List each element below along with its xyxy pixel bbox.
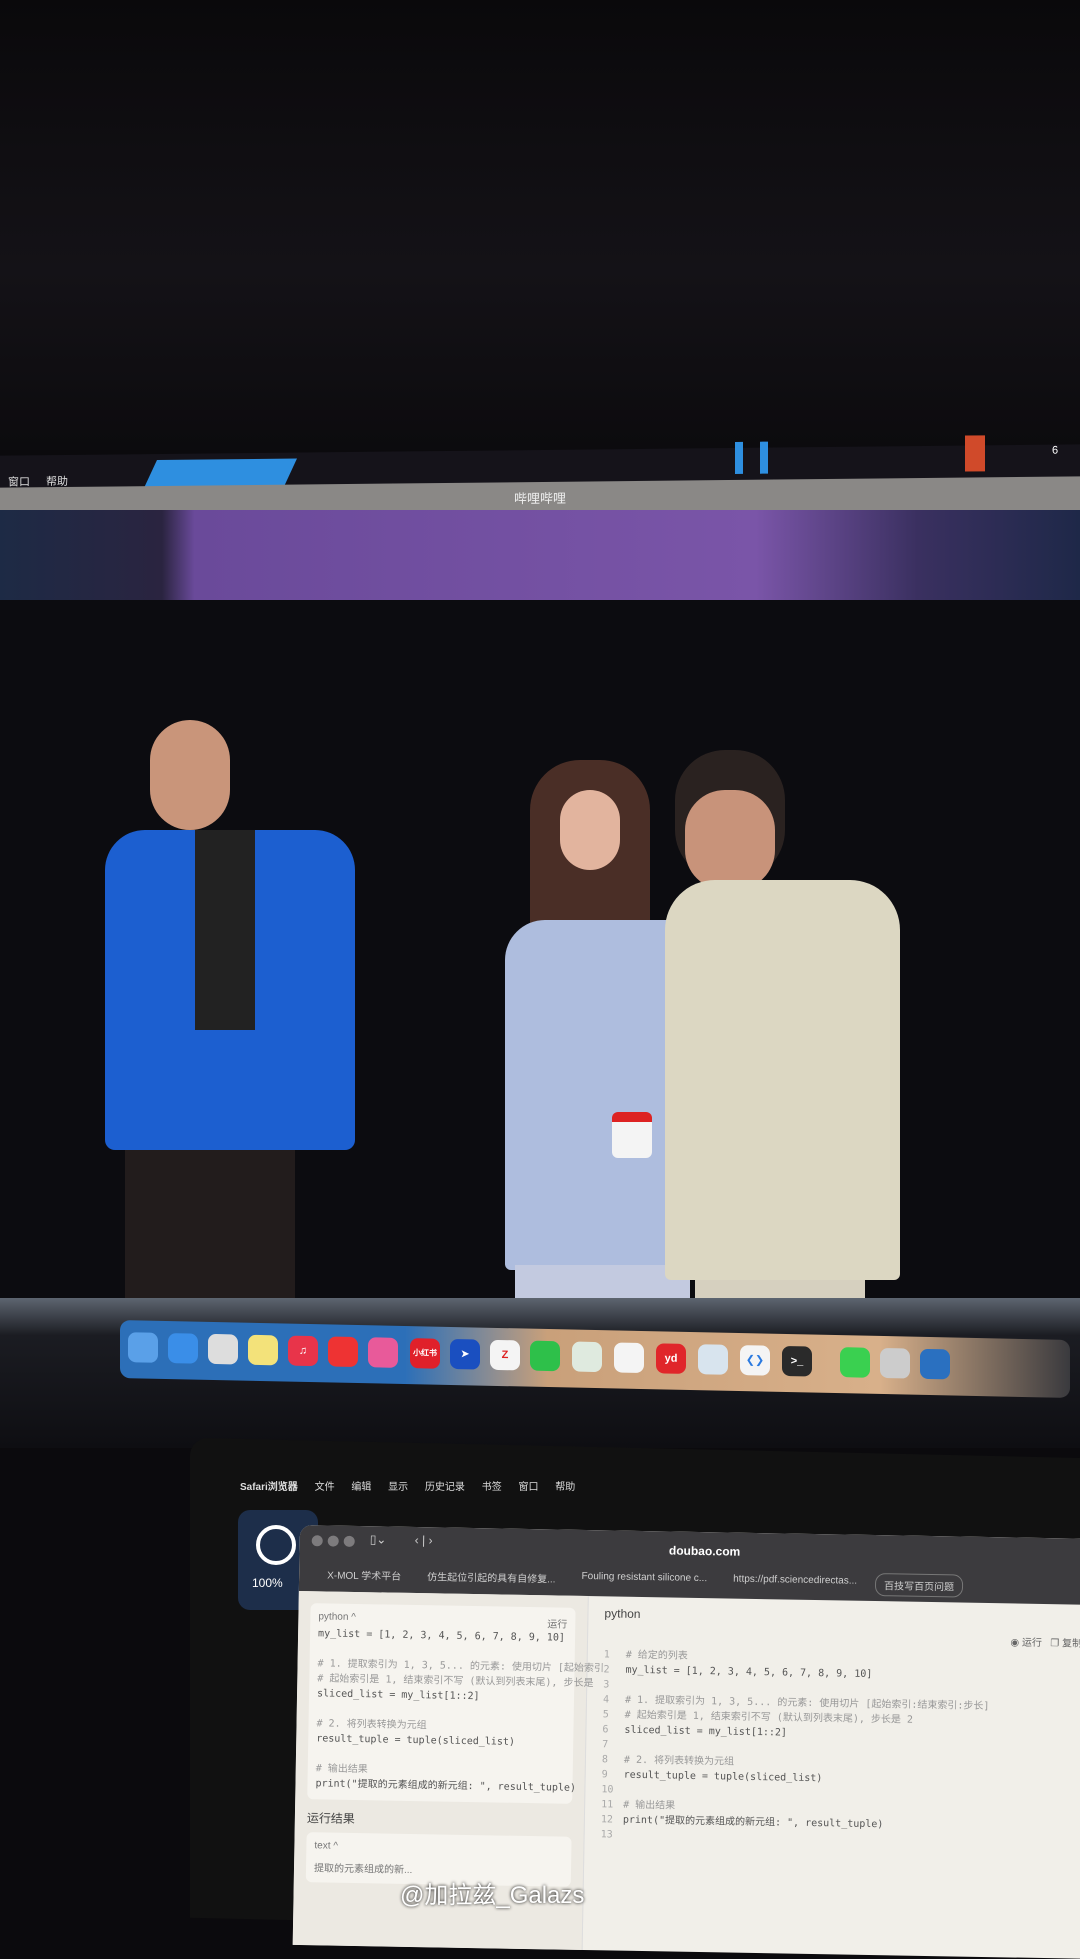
code-lang: python — [604, 1606, 641, 1621]
app-icon[interactable] — [920, 1348, 950, 1380]
wallpaper-accent — [760, 441, 768, 474]
run-label: 运行 — [1021, 1637, 1043, 1649]
zotero-icon[interactable]: Z — [490, 1339, 520, 1371]
edge-icon[interactable] — [698, 1344, 728, 1375]
menu-window[interactable]: 窗口 — [518, 1482, 538, 1493]
code-content: my_list = [1, 2, 3, 4, 5, 6, 7, 8, 9, 10… — [315, 1626, 604, 1795]
copy-label: 复制 — [1061, 1638, 1080, 1650]
zoom-button[interactable] — [343, 1535, 355, 1547]
tab-sciencedirect[interactable]: https://pdf.sciencedirectas... — [725, 1570, 865, 1595]
watermark: @加拉兹_Galazs — [400, 1882, 585, 1909]
battery-level: 100% — [252, 1576, 283, 1590]
microphone — [612, 1112, 652, 1158]
messages-icon[interactable] — [840, 1347, 870, 1378]
menu-help[interactable]: 帮助 — [555, 1482, 575, 1493]
code-line: print("提取的元素组成的新元组: ", result_tuple) — [622, 1814, 884, 1831]
baidu-netdisk-icon[interactable] — [614, 1342, 644, 1374]
video-player[interactable] — [0, 600, 1080, 1350]
menu-file[interactable]: 文件 — [315, 1482, 335, 1493]
code-line: # 1. 提取索引为 1, 3, 5... 的元素: 使用切片 [起始索引:结束… — [624, 1694, 990, 1713]
person-blue-jacket — [105, 720, 355, 1310]
menu-edit[interactable]: 编辑 — [351, 1482, 371, 1493]
music-icon[interactable]: ♫ — [288, 1335, 318, 1367]
netease-music-icon[interactable] — [328, 1336, 358, 1368]
copy-button[interactable]: ❐ 复制 — [1050, 1638, 1080, 1650]
tab-baiji[interactable]: 百技写百页问题 — [874, 1573, 964, 1598]
line-number: 8 — [601, 1754, 609, 1766]
wallpaper-accent — [965, 435, 985, 472]
line-number: 7 — [602, 1739, 609, 1751]
code-lang[interactable]: python ^ — [318, 1611, 356, 1627]
code-line: sliced_list = my_list[1::2] — [624, 1724, 788, 1739]
tab-paper[interactable]: 仿生起位引起的具有自修复... — [419, 1565, 564, 1591]
tab-fouling[interactable]: Fouling resistant silicone c... — [573, 1568, 715, 1593]
wechat-icon[interactable] — [530, 1340, 560, 1372]
code-line: # 给定的列表 — [625, 1649, 688, 1662]
safari-icon[interactable] — [168, 1333, 198, 1364]
menu-view[interactable]: 显示 — [388, 1482, 408, 1493]
result-lang[interactable]: text ^ — [314, 1840, 563, 1855]
notes-icon[interactable] — [248, 1334, 278, 1366]
line-number: 4 — [602, 1694, 610, 1706]
video-banner — [0, 510, 1080, 602]
address-bar[interactable]: doubao.com — [530, 1541, 880, 1561]
launchpad-icon[interactable] — [208, 1333, 238, 1365]
tab-xmol[interactable]: X-MOL 学术平台 — [319, 1563, 409, 1588]
line-number: 3 — [603, 1679, 610, 1691]
finder-icon[interactable] — [128, 1332, 158, 1363]
xiaohongshu-icon[interactable]: 小红书 — [410, 1338, 440, 1369]
app-icon[interactable] — [572, 1341, 602, 1373]
sidebar-toggle-icon[interactable]: ▯⌄ — [370, 1532, 387, 1546]
line-number: 9 — [601, 1769, 608, 1781]
line-number: 2 — [603, 1664, 610, 1676]
chrome-icon[interactable] — [880, 1347, 910, 1379]
line-number: 5 — [602, 1709, 609, 1721]
notification-count: 6 — [1052, 444, 1059, 457]
line-number: 1 — [603, 1649, 610, 1661]
minimize-button[interactable] — [327, 1535, 339, 1547]
code-line: # 输出结果 — [623, 1799, 676, 1812]
line-number: 12 — [600, 1814, 614, 1826]
telegram-icon[interactable]: ➤ — [450, 1338, 480, 1370]
close-button[interactable] — [311, 1535, 323, 1547]
laptop-menubar: Safari浏览器 文件 编辑 显示 历史记录 书签 窗口 帮助 — [240, 1478, 1080, 1502]
code-content: 1 # 给定的列表 2 my_list = [1, 2, 3, 4, 5, 6, 7,… — [601, 1647, 1080, 1850]
result-heading: 运行结果 — [306, 1811, 356, 1827]
run-button[interactable]: 运行 — [547, 1615, 567, 1630]
battery-ring-icon — [256, 1525, 296, 1565]
line-number: 10 — [601, 1784, 614, 1796]
back-forward-icon[interactable]: ‹ | › — [415, 1533, 433, 1547]
menu-bookmarks[interactable]: 书签 — [482, 1482, 502, 1493]
vscode-icon[interactable]: ❮❯ — [740, 1345, 770, 1376]
code-line: # 2. 将列表转换为元组 — [623, 1754, 735, 1768]
room-background — [0, 0, 1080, 450]
youdao-icon[interactable]: yd — [656, 1343, 686, 1374]
code-line: my_list = [1, 2, 3, 4, 5, 6, 7, 8, 9, 10… — [625, 1664, 873, 1681]
code-line: result_tuple = tuple(sliced_list) — [623, 1769, 823, 1785]
bilibili-icon[interactable] — [368, 1337, 398, 1368]
window-title: 哔哩哔哩 — [513, 490, 566, 507]
line-number: 13 — [600, 1829, 613, 1841]
menu-safari[interactable]: Safari浏览器 — [240, 1482, 298, 1493]
line-number: 6 — [602, 1724, 609, 1736]
line-number: 11 — [601, 1799, 614, 1811]
code-line: print("提取的元素组成的新元组: ", result_tuple) — [315, 1778, 577, 1794]
wallpaper-accent — [735, 441, 743, 474]
code-line: # 起始索引是 1, 结束索引不写 (默认到列表末尾), 步长是 2 — [624, 1709, 914, 1726]
person-beige-suit — [665, 750, 900, 1350]
menu-history[interactable]: 历史记录 — [425, 1482, 465, 1493]
terminal-icon[interactable]: >_ — [782, 1345, 812, 1377]
url-text: doubao.com — [668, 1543, 741, 1559]
code-preview-panel: python ◉ 运行 ❐ 复制 1 # 给定的列表 2 my_list = [1, … — [583, 1596, 1080, 1959]
run-button[interactable]: ◉ 运行 — [1010, 1637, 1042, 1649]
code-block: python ^ 运行 my_list = [1, 2, 3, 4, 5, 6,… — [307, 1603, 604, 1804]
